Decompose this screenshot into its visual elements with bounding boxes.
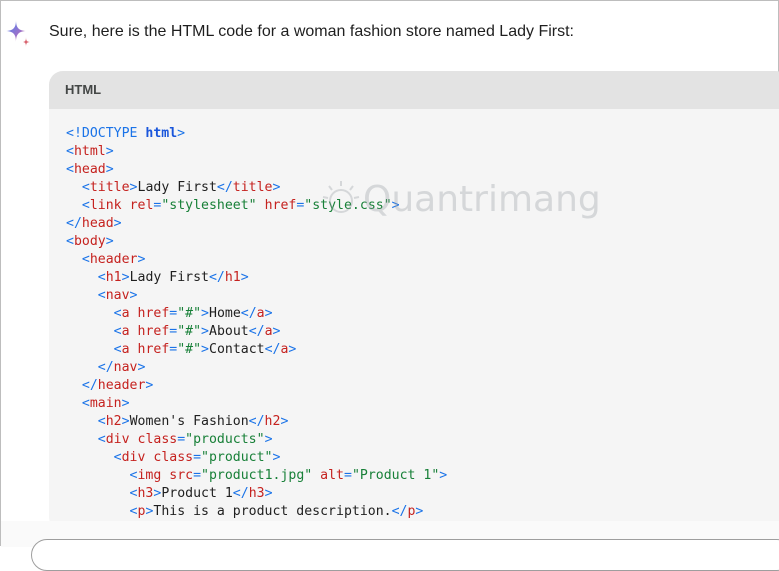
code-language-label: HTML xyxy=(49,71,779,109)
code-line: </header> xyxy=(81,378,154,393)
code-line: <body> xyxy=(66,234,114,249)
code-line: <head> xyxy=(66,162,114,177)
code-line: <p>This is a product description.</p> xyxy=(129,504,424,519)
code-line: </nav> xyxy=(97,360,146,375)
code-line: <nav> xyxy=(97,288,138,303)
code-line: <h3>Product 1</h3> xyxy=(129,486,273,501)
code-line: <div class="products"> xyxy=(97,432,273,447)
code-line: <img src="product1.jpg" alt="Product 1"> xyxy=(129,468,448,483)
code-line: <!DOCTYPE html> xyxy=(66,126,186,141)
code-line: <main> xyxy=(81,396,130,411)
code-block: HTML <!DOCTYPE html> <html> <head> <titl… xyxy=(49,71,779,531)
code-line: <h1>Lady First</h1> xyxy=(97,270,249,285)
code-line: <a href="#">Contact</a> xyxy=(113,342,297,357)
code-line: </head> xyxy=(66,216,122,231)
code-content: <!DOCTYPE html> <html> <head> <title>Lad… xyxy=(66,125,447,521)
code-line: <header> xyxy=(81,252,146,267)
code-line: <div class="product"> xyxy=(113,450,281,465)
assistant-intro-text: Sure, here is the HTML code for a woman … xyxy=(49,23,574,40)
code-line: <a href="#">Home</a> xyxy=(113,306,273,321)
code-line: <h2>Women's Fashion</h2> xyxy=(97,414,289,429)
gemini-sparkle-icon xyxy=(5,20,31,47)
code-line: <html> xyxy=(66,144,114,159)
code-line: <link rel="stylesheet" href="style.css"> xyxy=(81,198,400,213)
prompt-input-bar[interactable] xyxy=(31,539,779,571)
code-line: <title>Lady First</title> xyxy=(81,180,281,195)
code-line: <a href="#">About</a> xyxy=(113,324,281,339)
